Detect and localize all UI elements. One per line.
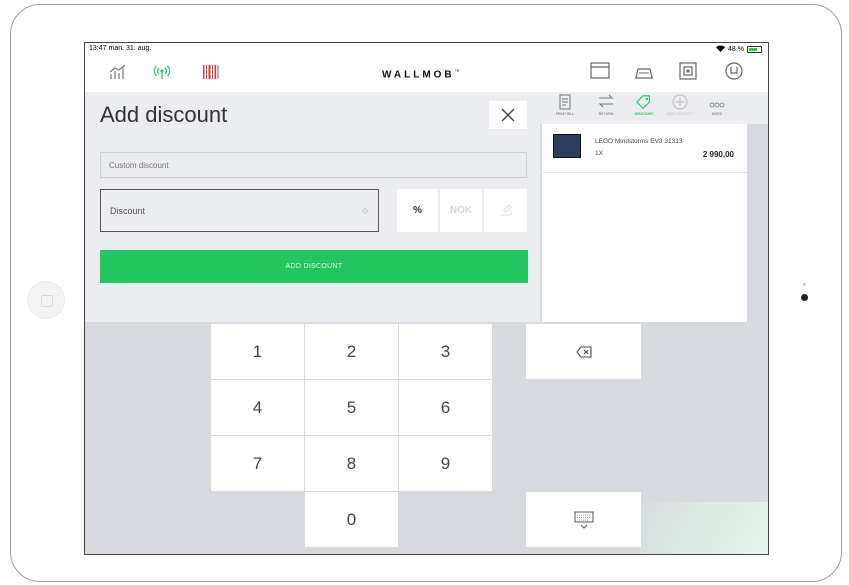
product-thumbnail <box>553 134 581 158</box>
broadcast-icon[interactable] <box>153 64 171 83</box>
screen: 13:47 man. 31. aug. 48 % WALLMOB™ Add di… <box>84 42 769 555</box>
return-button[interactable]: RETURN <box>591 94 621 116</box>
receipt-icon <box>550 94 580 112</box>
cart-actions: PRINT BILL RETURN DISCOUNT ADD PRODUCT M… <box>540 92 768 124</box>
key-6[interactable]: 6 <box>399 380 492 435</box>
add-product-button[interactable]: ADD PRODUCT <box>665 94 695 116</box>
top-nav: WALLMOB™ <box>85 56 768 92</box>
cash-drawer-icon[interactable] <box>679 62 697 83</box>
key-7[interactable]: 7 <box>211 436 304 491</box>
percent-toggle[interactable]: % <box>397 189 438 232</box>
status-right: 48 % <box>716 45 762 54</box>
plus-circle-icon <box>665 94 695 112</box>
wifi-icon <box>716 45 726 54</box>
list-item[interactable]: LEGO Mindstorms EV3 31313 1X 2 990,00 <box>542 124 747 173</box>
currency-toggle[interactable]: NOK <box>440 189 482 232</box>
camera <box>801 294 808 301</box>
printer-icon[interactable] <box>633 64 655 83</box>
more-button[interactable]: MORE <box>702 94 732 116</box>
barcode-icon[interactable] <box>202 64 220 83</box>
tag-icon <box>629 94 659 112</box>
cart-list: LEGO Mindstorms EV3 31313 1X 2 990,00 <box>542 124 747 322</box>
numeric-keypad: 1 2 3 4 5 6 7 8 9 0 <box>85 322 768 554</box>
key-1[interactable]: 1 <box>211 324 304 379</box>
add-discount-button[interactable]: ADD DISCOUNT <box>100 250 528 283</box>
discount-panel: Add discount Discount ◇ % NOK ADD DISCOU… <box>85 92 540 322</box>
stepper-icon: ◇ <box>361 206 368 215</box>
sensor <box>803 283 806 286</box>
key-3[interactable]: 3 <box>399 324 492 379</box>
discount-field[interactable]: Discount ◇ <box>100 189 379 232</box>
home-button[interactable] <box>27 281 65 319</box>
backspace-icon <box>575 346 592 358</box>
item-name: LEGO Mindstorms EV3 31313 <box>595 138 683 145</box>
discount-label: Discount <box>110 206 146 216</box>
battery-percent: 48 % <box>728 46 744 53</box>
close-icon <box>501 108 515 122</box>
more-icon <box>702 94 732 112</box>
return-icon <box>591 94 621 112</box>
item-qty: 1X <box>595 150 603 157</box>
battery-icon <box>747 46 762 53</box>
discount-button[interactable]: DISCOUNT <box>629 94 659 116</box>
hide-keyboard-button[interactable] <box>526 492 641 547</box>
close-button[interactable] <box>489 101 527 129</box>
edit-toggle[interactable] <box>484 189 527 232</box>
key-5[interactable]: 5 <box>305 380 398 435</box>
keyboard-icon <box>574 511 593 530</box>
page-title: Add discount <box>100 102 228 127</box>
custom-discount-input[interactable] <box>100 152 527 178</box>
key-9[interactable]: 9 <box>399 436 492 491</box>
edit-icon <box>500 204 512 216</box>
item-price: 2 990,00 <box>702 150 734 159</box>
status-bar: 13:47 man. 31. aug. 48 % <box>85 43 768 56</box>
key-8[interactable]: 8 <box>305 436 398 491</box>
stats-icon[interactable] <box>109 64 127 83</box>
print-bill-button[interactable]: PRINT BILL <box>550 94 580 116</box>
key-0[interactable]: 0 <box>305 492 398 547</box>
wallmob-logo: WALLMOB™ <box>382 69 460 81</box>
backspace-button[interactable] <box>526 324 641 379</box>
user-icon[interactable] <box>725 62 743 83</box>
key-4[interactable]: 4 <box>211 380 304 435</box>
window-icon[interactable] <box>590 62 610 83</box>
key-2[interactable]: 2 <box>305 324 398 379</box>
keypad-glow <box>640 502 768 554</box>
status-time: 13:47 man. 31. aug. <box>89 45 152 52</box>
